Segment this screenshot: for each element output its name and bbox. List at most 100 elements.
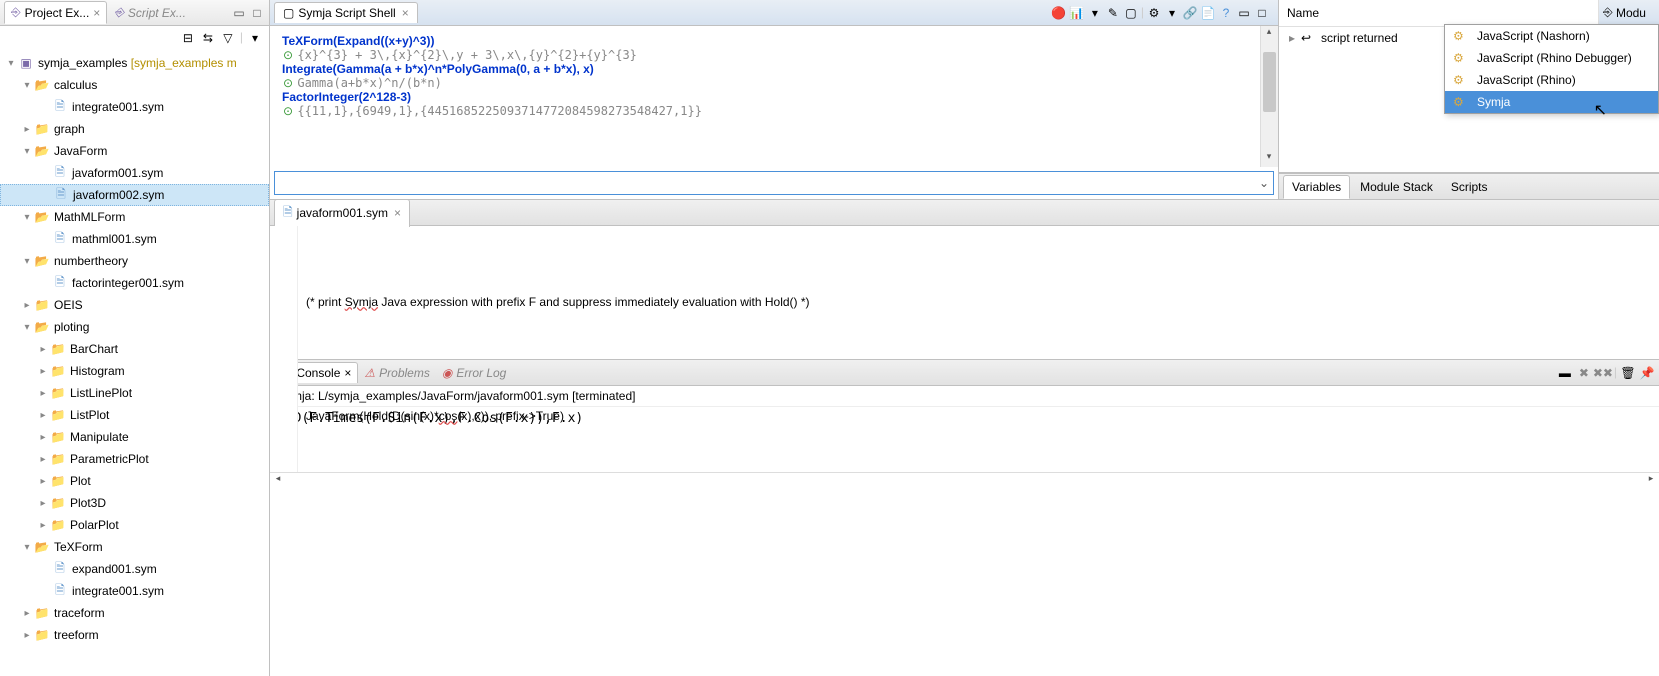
- tree-folder[interactable]: ▸📁ListPlot: [0, 404, 269, 426]
- gear-icon: ⚙: [1453, 73, 1471, 87]
- package-icon: ⎆: [11, 5, 21, 20]
- scroll-down-icon[interactable]: ▾: [1261, 151, 1277, 167]
- tree-folder[interactable]: ▸📁Manipulate: [0, 426, 269, 448]
- tree-folder-ploting[interactable]: ▾📂ploting: [0, 316, 269, 338]
- column-header-name[interactable]: Name: [1279, 0, 1599, 26]
- toolbar-icon[interactable]: 🔴: [1051, 5, 1067, 21]
- scroll-left-icon[interactable]: ◂: [270, 473, 286, 484]
- tree-file[interactable]: 🗎integrate001.sym: [0, 96, 269, 118]
- shell-input[interactable]: [275, 176, 1255, 191]
- toolbar-dropdown-icon[interactable]: ▾: [1164, 5, 1180, 21]
- shell-input-field[interactable]: ⌄: [274, 171, 1274, 195]
- tree-folder-numbertheory[interactable]: ▾📂numbertheory: [0, 250, 269, 272]
- tab-variables[interactable]: Variables: [1283, 175, 1350, 199]
- menu-item-js-nashorn[interactable]: ⚙ JavaScript (Nashorn): [1445, 25, 1658, 47]
- menu-label: JavaScript (Nashorn): [1477, 29, 1590, 43]
- editor-tab[interactable]: 🗎 javaform001.sym ×: [274, 199, 410, 227]
- close-icon[interactable]: ×: [93, 6, 100, 20]
- tree-label-decoration: [symja_examples m: [131, 56, 237, 70]
- link-icon[interactable]: 🔗: [1182, 5, 1198, 21]
- result-marker-icon: ⊙: [282, 76, 294, 90]
- gears-icon[interactable]: ⚙: [1146, 5, 1162, 21]
- tree-folder-traceform[interactable]: ▸📁traceform: [0, 602, 269, 624]
- tab-scripts[interactable]: Scripts: [1443, 176, 1496, 198]
- help-icon[interactable]: ?: [1218, 5, 1234, 21]
- tree-file[interactable]: 🗎javaform001.sym: [0, 162, 269, 184]
- scrollbar-horizontal[interactable]: ◂ ▸: [270, 472, 1659, 473]
- editor-gutter: [270, 226, 298, 472]
- tree-folder[interactable]: ▸📁BarChart: [0, 338, 269, 360]
- menu-item-symja[interactable]: ⚙ Symja: [1445, 91, 1658, 113]
- filter-icon[interactable]: ▽: [220, 30, 236, 46]
- maximize-icon[interactable]: □: [249, 5, 265, 21]
- tree-folder[interactable]: ▸📁Plot: [0, 470, 269, 492]
- collapse-all-icon[interactable]: ⊟: [180, 30, 196, 46]
- link-editor-icon[interactable]: ⇆: [200, 30, 216, 46]
- tree-folder-javaform[interactable]: ▾📂JavaForm: [0, 140, 269, 162]
- file-icon: 🗎: [283, 203, 293, 224]
- shell-result: Gamma(a+b*x)^n/(b*n): [297, 76, 442, 90]
- tree-folder-texform[interactable]: ▾📂TeXForm: [0, 536, 269, 558]
- tree-folder[interactable]: ▸📁ListLinePlot: [0, 382, 269, 404]
- result-marker-icon: ⊙: [282, 48, 294, 62]
- tree-file[interactable]: 🗎integrate001.sym: [0, 580, 269, 602]
- module-view-tab[interactable]: ⎆ Modu: [1599, 0, 1659, 26]
- minimize-icon[interactable]: ▭: [231, 5, 247, 21]
- sidebar-toolbar: ⊟ ⇆ ▽ | ▾: [0, 26, 269, 50]
- tree-file[interactable]: 🗎factorinteger001.sym: [0, 272, 269, 294]
- close-icon[interactable]: ×: [402, 6, 409, 20]
- script-engine-menu: ⚙ JavaScript (Nashorn) ⚙ JavaScript (Rhi…: [1444, 24, 1659, 114]
- tree-folder[interactable]: ▸📁Plot3D: [0, 492, 269, 514]
- tree-folder-calculus[interactable]: ▾📂calculus: [0, 74, 269, 96]
- menu-item-js-rhino[interactable]: ⚙ JavaScript (Rhino): [1445, 69, 1658, 91]
- tree-label: symja_examples: [38, 56, 127, 70]
- scroll-thumb[interactable]: [1263, 52, 1276, 112]
- tree-folder-graph[interactable]: ▸📁graph: [0, 118, 269, 140]
- tree-file[interactable]: 🗎mathml001.sym: [0, 228, 269, 250]
- toolbar-icon[interactable]: ▢: [1123, 5, 1139, 21]
- tab-module-stack[interactable]: Module Stack: [1352, 176, 1441, 198]
- close-icon[interactable]: ×: [394, 206, 401, 220]
- minimize-icon[interactable]: ▭: [1236, 5, 1252, 21]
- editor-body[interactable]: (* print Symja Java expression with pref…: [270, 226, 1659, 472]
- scroll-right-icon[interactable]: ▸: [1643, 473, 1659, 484]
- tree-folder-treeform[interactable]: ▸📁treeform: [0, 624, 269, 646]
- new-icon[interactable]: 📄: [1200, 5, 1216, 21]
- tree-file[interactable]: 🗎expand001.sym: [0, 558, 269, 580]
- history-dropdown-icon[interactable]: ⌄: [1255, 176, 1273, 190]
- shell-input-line: FactorInteger(2^128-3): [282, 90, 1266, 104]
- tab-label: Project Ex...: [25, 6, 90, 20]
- tree-root[interactable]: ▾ ▣ symja_examples [symja_examples m: [0, 52, 269, 74]
- gear-icon: ⚙: [1453, 29, 1471, 43]
- edit-icon[interactable]: ✎: [1105, 5, 1121, 21]
- maximize-icon[interactable]: □: [1254, 5, 1270, 21]
- tree-folder[interactable]: ▸📁ParametricPlot: [0, 448, 269, 470]
- shell-icon: ▢: [283, 6, 294, 20]
- tree-folder[interactable]: ▸📁PolarPlot: [0, 514, 269, 536]
- module-icon: ⎆: [1603, 5, 1613, 20]
- tab-script-explorer[interactable]: ⎆ Script Ex...: [107, 1, 193, 24]
- tree-file-selected[interactable]: 🗎javaform002.sym: [0, 184, 269, 206]
- toolbar-dropdown-icon[interactable]: ▾: [1087, 5, 1103, 21]
- twisty-icon[interactable]: ▸: [1283, 31, 1301, 45]
- shell-input-line: TeXForm(Expand((x+y)^3)): [282, 34, 1266, 48]
- tab-label: Symja Script Shell: [298, 6, 395, 20]
- result-marker-icon: ⊙: [282, 104, 294, 118]
- tab-project-explorer[interactable]: ⎆ Project Ex... ×: [4, 1, 107, 24]
- view-menu-icon[interactable]: ▾: [247, 30, 263, 46]
- editor-tab-label: javaform001.sym: [297, 206, 388, 220]
- module-tab-label: Modu: [1616, 6, 1646, 20]
- tab-symja-shell[interactable]: ▢ Symja Script Shell ×: [274, 2, 418, 23]
- tree-folder-mathml[interactable]: ▾📂MathMLForm: [0, 206, 269, 228]
- menu-label: JavaScript (Rhino): [1477, 73, 1576, 87]
- tree-folder-oeis[interactable]: ▸📁OEIS: [0, 294, 269, 316]
- scroll-up-icon[interactable]: ▴: [1261, 26, 1277, 42]
- scrollbar-vertical[interactable]: ▴ ▾: [1260, 26, 1278, 167]
- toolbar-icon[interactable]: 📊: [1069, 5, 1085, 21]
- twisty-icon[interactable]: ▾: [4, 58, 18, 69]
- menu-label: Symja: [1477, 95, 1510, 109]
- shell-result: {{11,1},{6949,1},{4451685225093714772084…: [297, 104, 702, 118]
- shell-output: TeXForm(Expand((x+y)^3)) ⊙ {x}^{3} + 3\,…: [270, 26, 1278, 167]
- tree-folder[interactable]: ▸📁Histogram: [0, 360, 269, 382]
- menu-item-js-rhino-debugger[interactable]: ⚙ JavaScript (Rhino Debugger): [1445, 47, 1658, 69]
